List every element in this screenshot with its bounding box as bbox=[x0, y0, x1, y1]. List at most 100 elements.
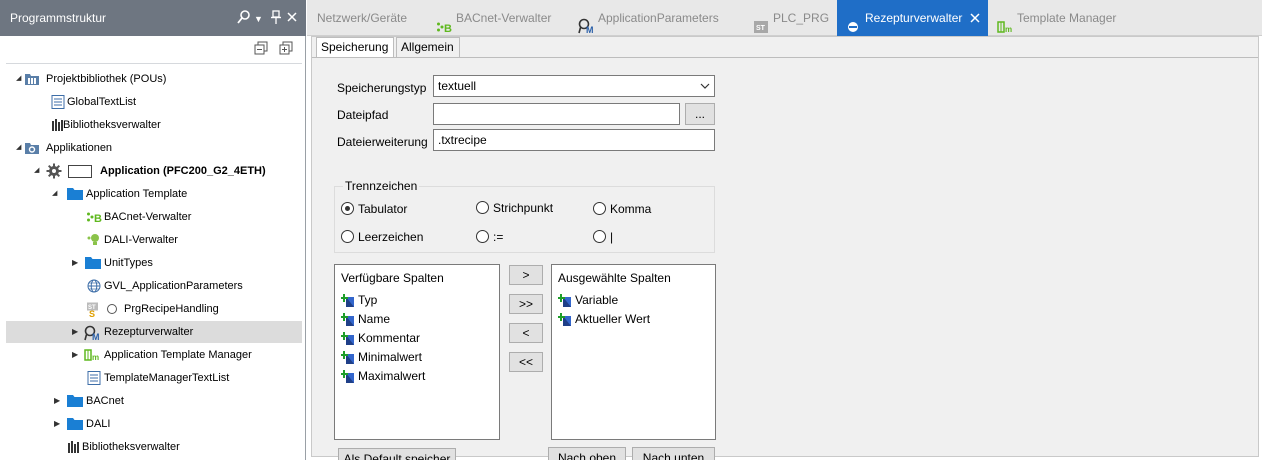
dali-icon bbox=[86, 233, 102, 247]
column-add-icon bbox=[340, 331, 357, 346]
tree-node[interactable]: Bibliotheksverwalter bbox=[6, 114, 302, 136]
svg-text:S: S bbox=[89, 309, 95, 318]
tree-node-label: GVL_ApplicationParameters bbox=[104, 280, 243, 292]
collapse-all-icon[interactable] bbox=[254, 41, 268, 55]
column-list-item[interactable]: Variable bbox=[557, 291, 619, 309]
tree-node[interactable]: ◢ Application Template bbox=[6, 183, 302, 205]
column-list-item[interactable]: Aktueller Wert bbox=[557, 310, 650, 328]
storage-type-value: textuell bbox=[438, 79, 477, 93]
expand-arrow-icon[interactable]: ▶ bbox=[54, 390, 64, 412]
file-extension-label: Dateierweiterung bbox=[337, 135, 428, 149]
tree-node[interactable]: ▶ BACnet bbox=[6, 390, 302, 412]
tab-label: PLC_PRG bbox=[773, 11, 830, 25]
panel-toolbar bbox=[6, 36, 302, 64]
expand-arrow-icon[interactable]: ▶ bbox=[72, 344, 82, 366]
collapse-arrow-icon[interactable]: ◢ bbox=[34, 160, 44, 182]
tree-node[interactable]: DALI-Verwalter bbox=[6, 229, 302, 251]
tree-node[interactable]: ▶ M Rezepturverwalter bbox=[6, 321, 302, 343]
tree-node-label: GlobalTextList bbox=[67, 96, 137, 108]
column-add-icon bbox=[557, 293, 574, 308]
separator-label: Komma bbox=[610, 202, 652, 216]
move-up-button[interactable]: Nach oben bbox=[548, 447, 626, 460]
column-list-item[interactable]: Typ bbox=[340, 291, 378, 309]
column-list-item[interactable]: Minimalwert bbox=[340, 348, 422, 366]
radio-dot-icon bbox=[476, 230, 489, 243]
tree-node[interactable]: ST S PrgRecipeHandling bbox=[6, 298, 302, 320]
column-name: Variable bbox=[575, 293, 619, 307]
separator-label: Tabulator bbox=[358, 202, 408, 216]
tree-node[interactable]: ▶ UnitTypes bbox=[6, 252, 302, 274]
tree-node[interactable]: ◢ Application (PFC200_G2_4ETH) bbox=[6, 160, 302, 182]
editor-tab[interactable]: ST PLC_PRG bbox=[753, 0, 829, 36]
chevron-down-icon[interactable]: ▼ bbox=[254, 11, 263, 27]
editor-tab[interactable]: Netzwerk/Geräte bbox=[317, 0, 407, 36]
move-all-right-button[interactable]: >> bbox=[509, 294, 543, 314]
pin-icon[interactable] bbox=[270, 9, 282, 29]
tree-node[interactable]: ◢ Applikationen bbox=[6, 137, 302, 159]
search-icon[interactable] bbox=[236, 9, 252, 29]
collapse-arrow-icon[interactable]: ◢ bbox=[52, 183, 62, 205]
expand-all-icon[interactable] bbox=[279, 41, 293, 55]
tab-allgemein[interactable]: Allgemein bbox=[396, 37, 460, 57]
column-list-item[interactable]: Kommentar bbox=[340, 329, 421, 347]
tab-label: Template Manager bbox=[1017, 11, 1117, 25]
editor-tab[interactable]: B BACnet-Verwalter bbox=[436, 0, 551, 36]
editor-tab[interactable]: M ApplicationParameters bbox=[578, 0, 719, 36]
radio-dot-icon bbox=[593, 230, 606, 243]
tree-node[interactable]: TemplateManagerTextList bbox=[6, 367, 302, 389]
move-left-button[interactable]: < bbox=[509, 323, 543, 343]
close-tab-icon[interactable] bbox=[970, 1, 980, 37]
storage-form: Speicherungstyp textuell Dateipfad ... D… bbox=[312, 57, 1258, 460]
gear-icon bbox=[46, 163, 62, 179]
svg-text:M: M bbox=[586, 25, 594, 34]
move-right-button[interactable]: > bbox=[509, 265, 543, 285]
filepath-input[interactable] bbox=[433, 103, 680, 125]
move-all-left-button[interactable]: << bbox=[509, 352, 543, 372]
expand-arrow-icon[interactable]: ▶ bbox=[72, 252, 82, 274]
tree-node[interactable]: GlobalTextList bbox=[6, 91, 302, 113]
editor-tab-bar: Netzwerk/Geräte B BACnet-Verwalter M Applica… bbox=[307, 0, 1262, 36]
tree-node[interactable]: ▶ m Application Template Manager bbox=[6, 344, 302, 366]
textlist-icon bbox=[86, 371, 102, 385]
column-name: Typ bbox=[358, 293, 378, 307]
expand-arrow-icon[interactable]: ▶ bbox=[54, 413, 64, 435]
close-icon[interactable] bbox=[286, 9, 298, 29]
library-folder-icon bbox=[24, 72, 40, 86]
tree-node[interactable]: ◢ Projektbibliothek (POUs) bbox=[6, 68, 302, 90]
template-manager-icon: m bbox=[84, 348, 100, 362]
pin-circle-icon bbox=[845, 12, 861, 32]
editor-tab[interactable]: m Template Manager bbox=[997, 0, 1116, 36]
tree-node-label: BACnet-Verwalter bbox=[104, 211, 192, 223]
recipe-manager-icon: M bbox=[578, 12, 594, 35]
move-down-button[interactable]: Nach unten bbox=[632, 447, 715, 460]
browse-button[interactable]: ... bbox=[685, 103, 715, 125]
editor-tab[interactable]: Rezepturverwalter bbox=[837, 0, 989, 37]
tree-node-label: Application (PFC200_G2_4ETH) bbox=[100, 165, 266, 177]
tree-node[interactable]: B BACnet-Verwalter bbox=[6, 206, 302, 228]
svg-text:M: M bbox=[92, 332, 100, 341]
tab-label: ApplicationParameters bbox=[598, 11, 719, 25]
column-list-item[interactable]: Name bbox=[340, 310, 391, 328]
tree-node-label: Rezepturverwalter bbox=[104, 326, 194, 338]
chevron-down-icon bbox=[700, 76, 710, 102]
bacnet-icon: B bbox=[436, 12, 452, 35]
svg-text:m: m bbox=[92, 353, 99, 362]
set-default-button[interactable]: Als Default speicher bbox=[338, 448, 456, 460]
tab-speicherung[interactable]: Speicherung bbox=[316, 37, 394, 57]
tree-node[interactable]: ▶ DALI bbox=[6, 413, 302, 435]
column-name: Kommentar bbox=[358, 331, 421, 345]
column-list-item[interactable]: Maximalwert bbox=[340, 367, 425, 385]
storage-type-select[interactable]: textuell bbox=[433, 75, 715, 97]
folder-icon bbox=[66, 187, 83, 201]
file-extension-input[interactable]: .txtrecipe bbox=[433, 129, 715, 151]
tree-node[interactable]: GVL_ApplicationParameters bbox=[6, 275, 302, 297]
available-columns-list[interactable]: Verfügbare Spalten Typ Name Kommentar Minim… bbox=[334, 264, 500, 440]
svg-text:B: B bbox=[94, 213, 102, 224]
expand-arrow-icon[interactable]: ▶ bbox=[72, 321, 82, 343]
column-name: Name bbox=[358, 312, 391, 326]
tree-node[interactable]: Bibliotheksverwalter bbox=[6, 436, 302, 458]
selected-columns-list[interactable]: Ausgewählte Spalten Variable Aktueller We… bbox=[551, 264, 716, 440]
column-add-icon bbox=[557, 312, 574, 327]
recipe-manager-icon: M bbox=[84, 325, 100, 342]
tab-label: Netzwerk/Geräte bbox=[317, 11, 408, 25]
